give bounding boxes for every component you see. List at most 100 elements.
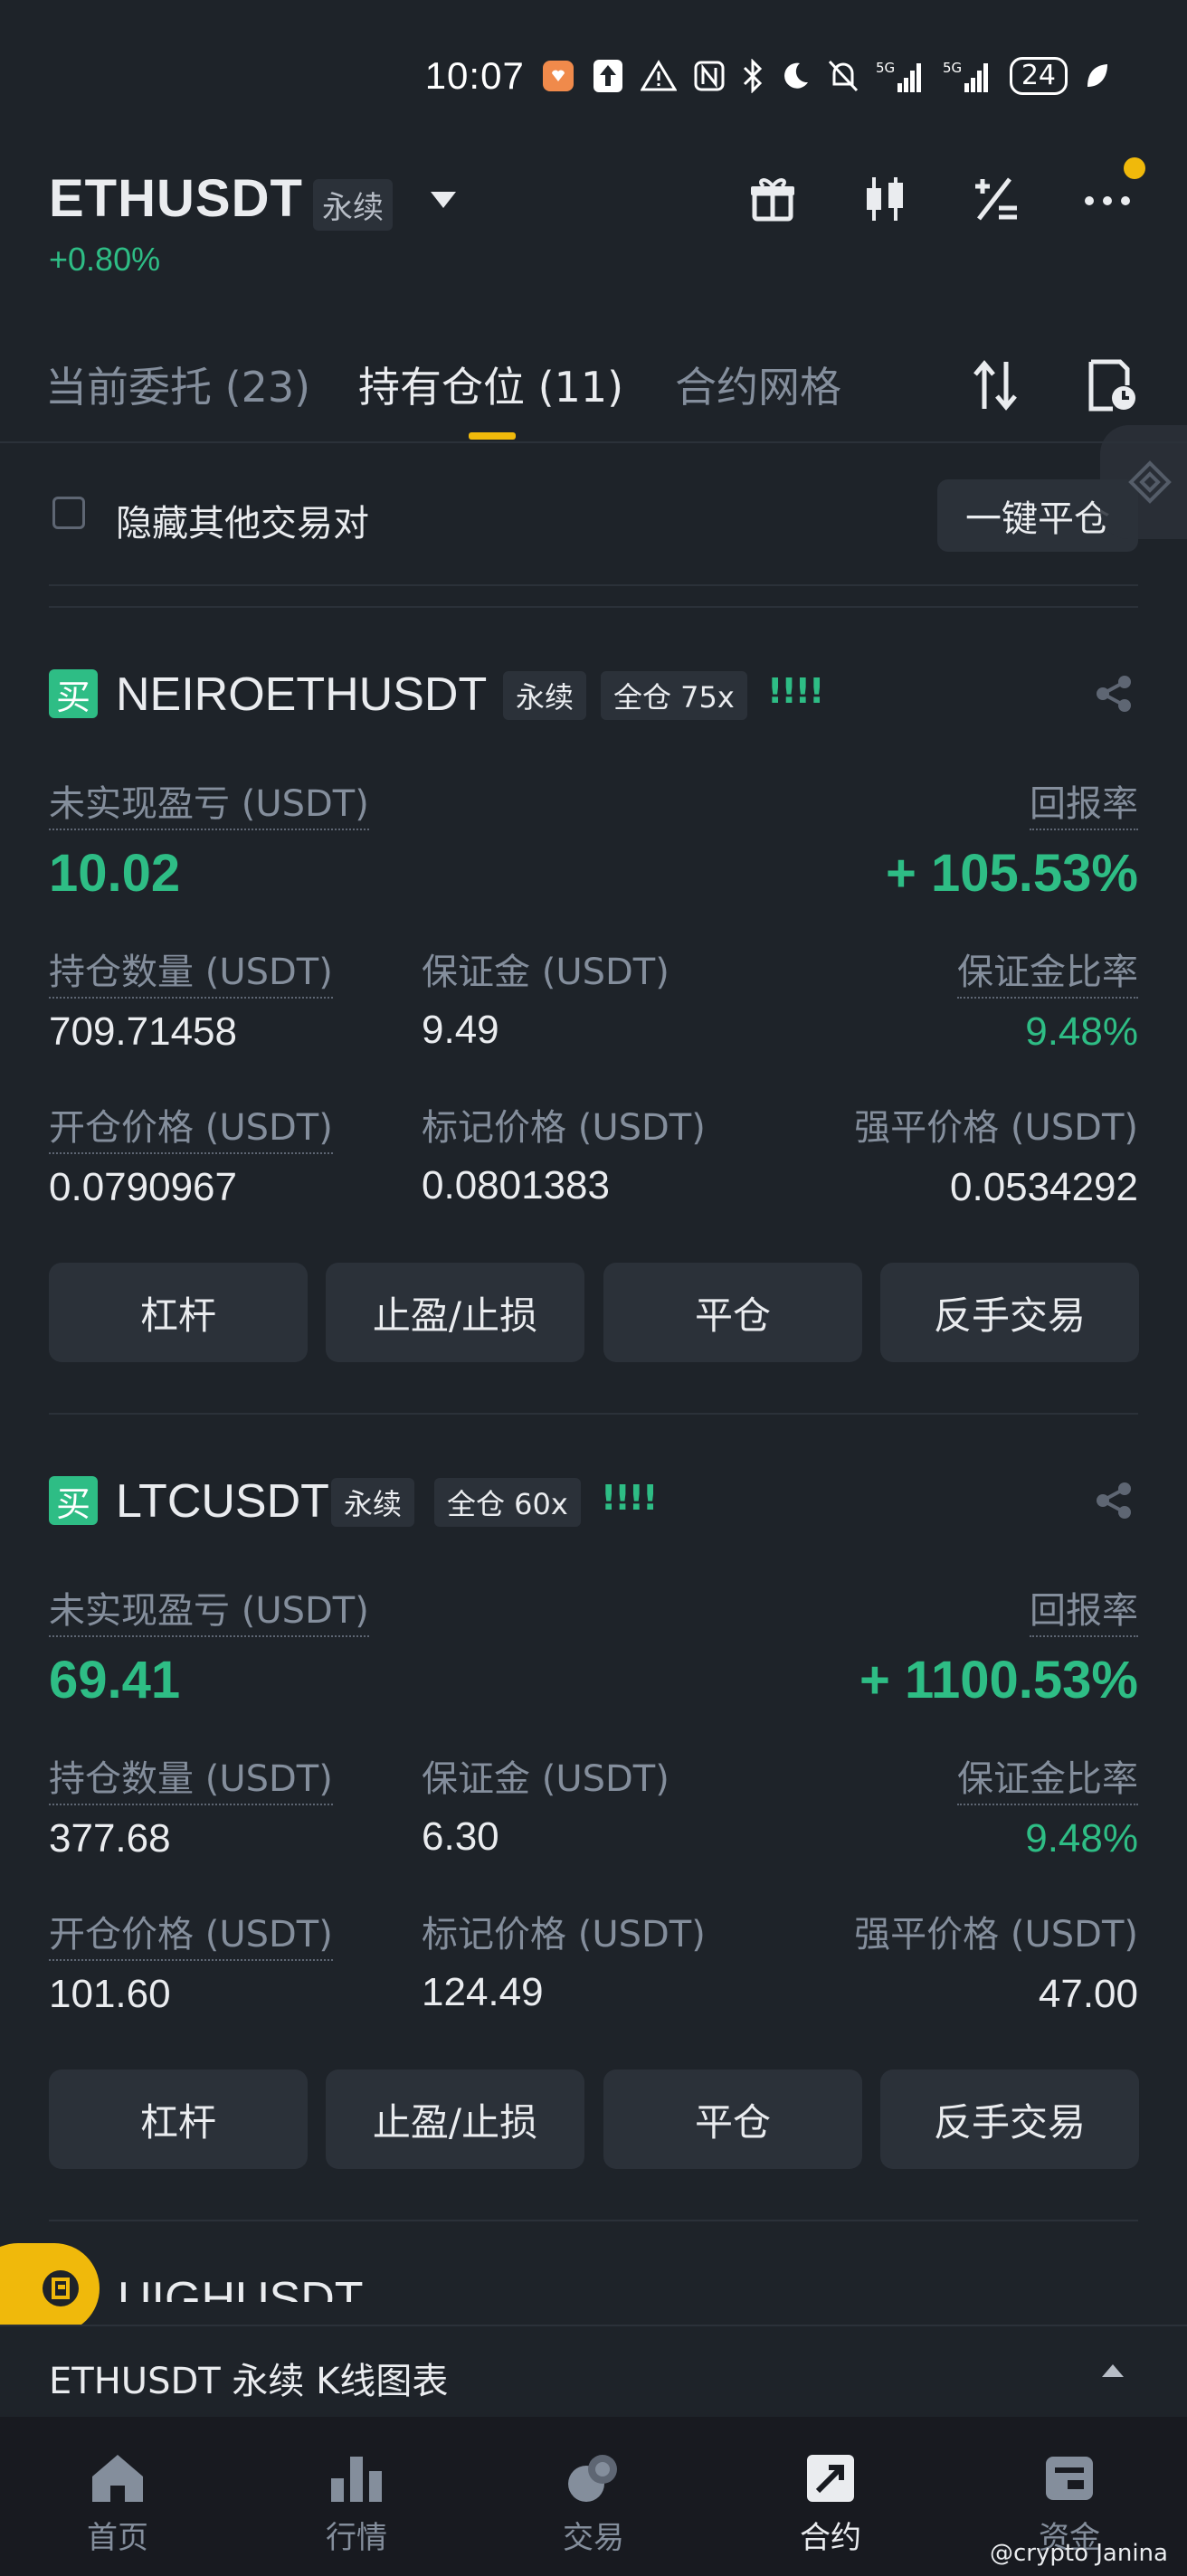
- position-symbol[interactable]: LTCUSDT: [116, 1474, 329, 1529]
- nav-home[interactable]: 首页: [27, 2451, 208, 2557]
- margin-mode-tag[interactable]: 全仓 75x: [601, 671, 747, 720]
- markets-icon: [331, 2457, 382, 2502]
- margin-label: 保证金 (USDT): [422, 1758, 669, 1800]
- margin-ratio-label[interactable]: 保证金比率: [957, 942, 1138, 999]
- reverse-trade-button[interactable]: 反手交易: [880, 1263, 1139, 1362]
- price-change: +0.80%: [49, 241, 161, 278]
- roe-value: + 105.53%: [886, 844, 1138, 903]
- svg-text:5G: 5G: [876, 60, 895, 76]
- leverage-button[interactable]: 杠杆: [49, 2069, 308, 2169]
- margin-ratio-value: 9.48%: [1025, 1816, 1138, 1861]
- nav-trade[interactable]: 交易: [503, 2451, 684, 2557]
- contract-type-tag: 永续: [331, 1478, 415, 1527]
- active-tab-indicator: [469, 432, 516, 440]
- nav-home-label: 首页: [87, 2520, 148, 2556]
- sort-icon[interactable]: [966, 356, 1024, 414]
- margin-ratio-label[interactable]: 保证金比率: [957, 1749, 1138, 1805]
- margin-ratio-value: 9.48%: [1025, 1009, 1138, 1054]
- unrealized-pnl-value: 69.41: [49, 1651, 181, 1709]
- kline-chart-label[interactable]: ETHUSDT 永续 K线图表: [49, 2352, 448, 2404]
- roe-label[interactable]: 回报率: [1030, 1581, 1138, 1637]
- entry-price-label[interactable]: 开仓价格 (USDT): [49, 1905, 333, 1961]
- section-divider: [49, 606, 1138, 608]
- margin-mode-tag[interactable]: 全仓 60x: [434, 1478, 581, 1527]
- candlestick-icon[interactable]: [856, 170, 914, 228]
- nav-markets-label: 行情: [326, 2520, 387, 2556]
- history-icon[interactable]: [1082, 356, 1140, 414]
- hide-other-pairs-label: 隐藏其他交易对: [116, 503, 369, 545]
- share-icon[interactable]: [1091, 671, 1136, 716]
- mark-price-value: 124.49: [422, 1970, 544, 2014]
- nav-markets[interactable]: 行情: [266, 2451, 447, 2557]
- calculator-icon[interactable]: [966, 170, 1024, 228]
- perpetual-badge: 永续: [313, 179, 393, 231]
- margin-value: 9.49: [422, 1008, 499, 1052]
- margin-label: 保证金 (USDT): [422, 952, 669, 993]
- position-size-label[interactable]: 持仓数量 (USDT): [49, 942, 333, 999]
- chevron-up-icon[interactable]: [1102, 2364, 1124, 2377]
- svg-text:5G: 5G: [943, 60, 962, 76]
- tp-sl-button[interactable]: 止盈/止损: [326, 2069, 584, 2169]
- signal-5g-icon: 5G: [876, 58, 926, 94]
- warning-icon: [640, 60, 677, 92]
- liquidation-price-value: 47.00: [1038, 1972, 1138, 2016]
- status-bar: 10:07 5G 5G 24: [425, 54, 1109, 98]
- tab-open-orders[interactable]: 当前委托 (23): [45, 355, 310, 414]
- unrealized-pnl-label[interactable]: 未实现盈亏 (USDT): [49, 774, 369, 830]
- tp-sl-button[interactable]: 止盈/止损: [326, 1263, 584, 1362]
- risk-level-icon: !!!!: [767, 671, 824, 711]
- card-divider: [49, 1413, 1138, 1415]
- contract-type-tag: 永续: [503, 671, 587, 720]
- leaf-icon: [1084, 62, 1109, 90]
- unrealized-pnl-value: 10.02: [49, 844, 181, 903]
- entry-price-value: 101.60: [49, 1972, 171, 2016]
- nav-futures[interactable]: 合约: [740, 2451, 921, 2557]
- mark-price-value: 0.0801383: [422, 1163, 610, 1208]
- buy-badge: 买: [49, 669, 98, 718]
- position-card: 买 NEIROETHUSDT 永续 全仓 75x !!!! 未实现盈亏 (USD…: [0, 668, 1187, 1366]
- close-position-button[interactable]: 平仓: [603, 1263, 862, 1362]
- tabs-divider: [0, 441, 1187, 443]
- chevron-down-icon[interactable]: [431, 192, 456, 208]
- liquidation-price-value: 0.0534292: [950, 1165, 1138, 1209]
- roe-value: + 1100.53%: [859, 1651, 1138, 1709]
- roe-label[interactable]: 回报率: [1030, 774, 1138, 830]
- wallet-icon: [1046, 2457, 1093, 2500]
- buy-badge: 买: [49, 1476, 98, 1525]
- close-position-button[interactable]: 平仓: [603, 2069, 862, 2169]
- pair-symbol[interactable]: ETHUSDT: [49, 168, 303, 229]
- home-icon: [92, 2455, 143, 2502]
- entry-price-label[interactable]: 开仓价格 (USDT): [49, 1098, 333, 1154]
- binance-logo-icon: [1128, 460, 1172, 504]
- position-size-value: 377.68: [49, 1816, 171, 1861]
- nav-futures-label: 合约: [800, 2520, 861, 2556]
- notification-dot: [1124, 157, 1145, 179]
- futures-icon: [807, 2455, 854, 2502]
- unrealized-pnl-label[interactable]: 未实现盈亏 (USDT): [49, 1581, 369, 1637]
- next-position-symbol[interactable]: UIGHUSDT: [118, 2272, 364, 2302]
- nav-trade-label: 交易: [563, 2520, 624, 2556]
- tab-positions[interactable]: 持有仓位 (11): [358, 355, 623, 414]
- floating-widget[interactable]: [1100, 425, 1187, 539]
- position-symbol[interactable]: NEIROETHUSDT: [116, 668, 487, 722]
- risk-level-icon: !!!!: [601, 1478, 658, 1518]
- card-divider: [49, 2220, 1138, 2221]
- share-icon[interactable]: [1091, 1478, 1136, 1523]
- liquidation-price-label: 强平价格 (USDT): [854, 1914, 1138, 1956]
- bluetooth-icon: [742, 59, 764, 93]
- floating-feature-button[interactable]: [0, 2243, 100, 2334]
- gift-icon[interactable]: [744, 170, 802, 228]
- position-card: 买 LTCUSDT 永续 全仓 60x !!!! 未实现盈亏 (USDT) 回报…: [0, 1474, 1187, 2173]
- reverse-trade-button[interactable]: 反手交易: [880, 2069, 1139, 2169]
- more-icon[interactable]: [1078, 170, 1136, 228]
- position-size-value: 709.71458: [49, 1009, 237, 1054]
- moon-icon: [780, 61, 811, 91]
- leverage-button[interactable]: 杠杆: [49, 1263, 308, 1362]
- status-time: 10:07: [424, 54, 525, 97]
- upload-icon: [592, 58, 624, 94]
- hide-other-pairs-checkbox[interactable]: [52, 497, 85, 529]
- mark-price-label: 标记价格 (USDT): [422, 1107, 706, 1149]
- position-size-label[interactable]: 持仓数量 (USDT): [49, 1749, 333, 1805]
- tab-futures-grid[interactable]: 合约网格: [675, 355, 841, 414]
- entry-price-value: 0.0790967: [49, 1165, 237, 1209]
